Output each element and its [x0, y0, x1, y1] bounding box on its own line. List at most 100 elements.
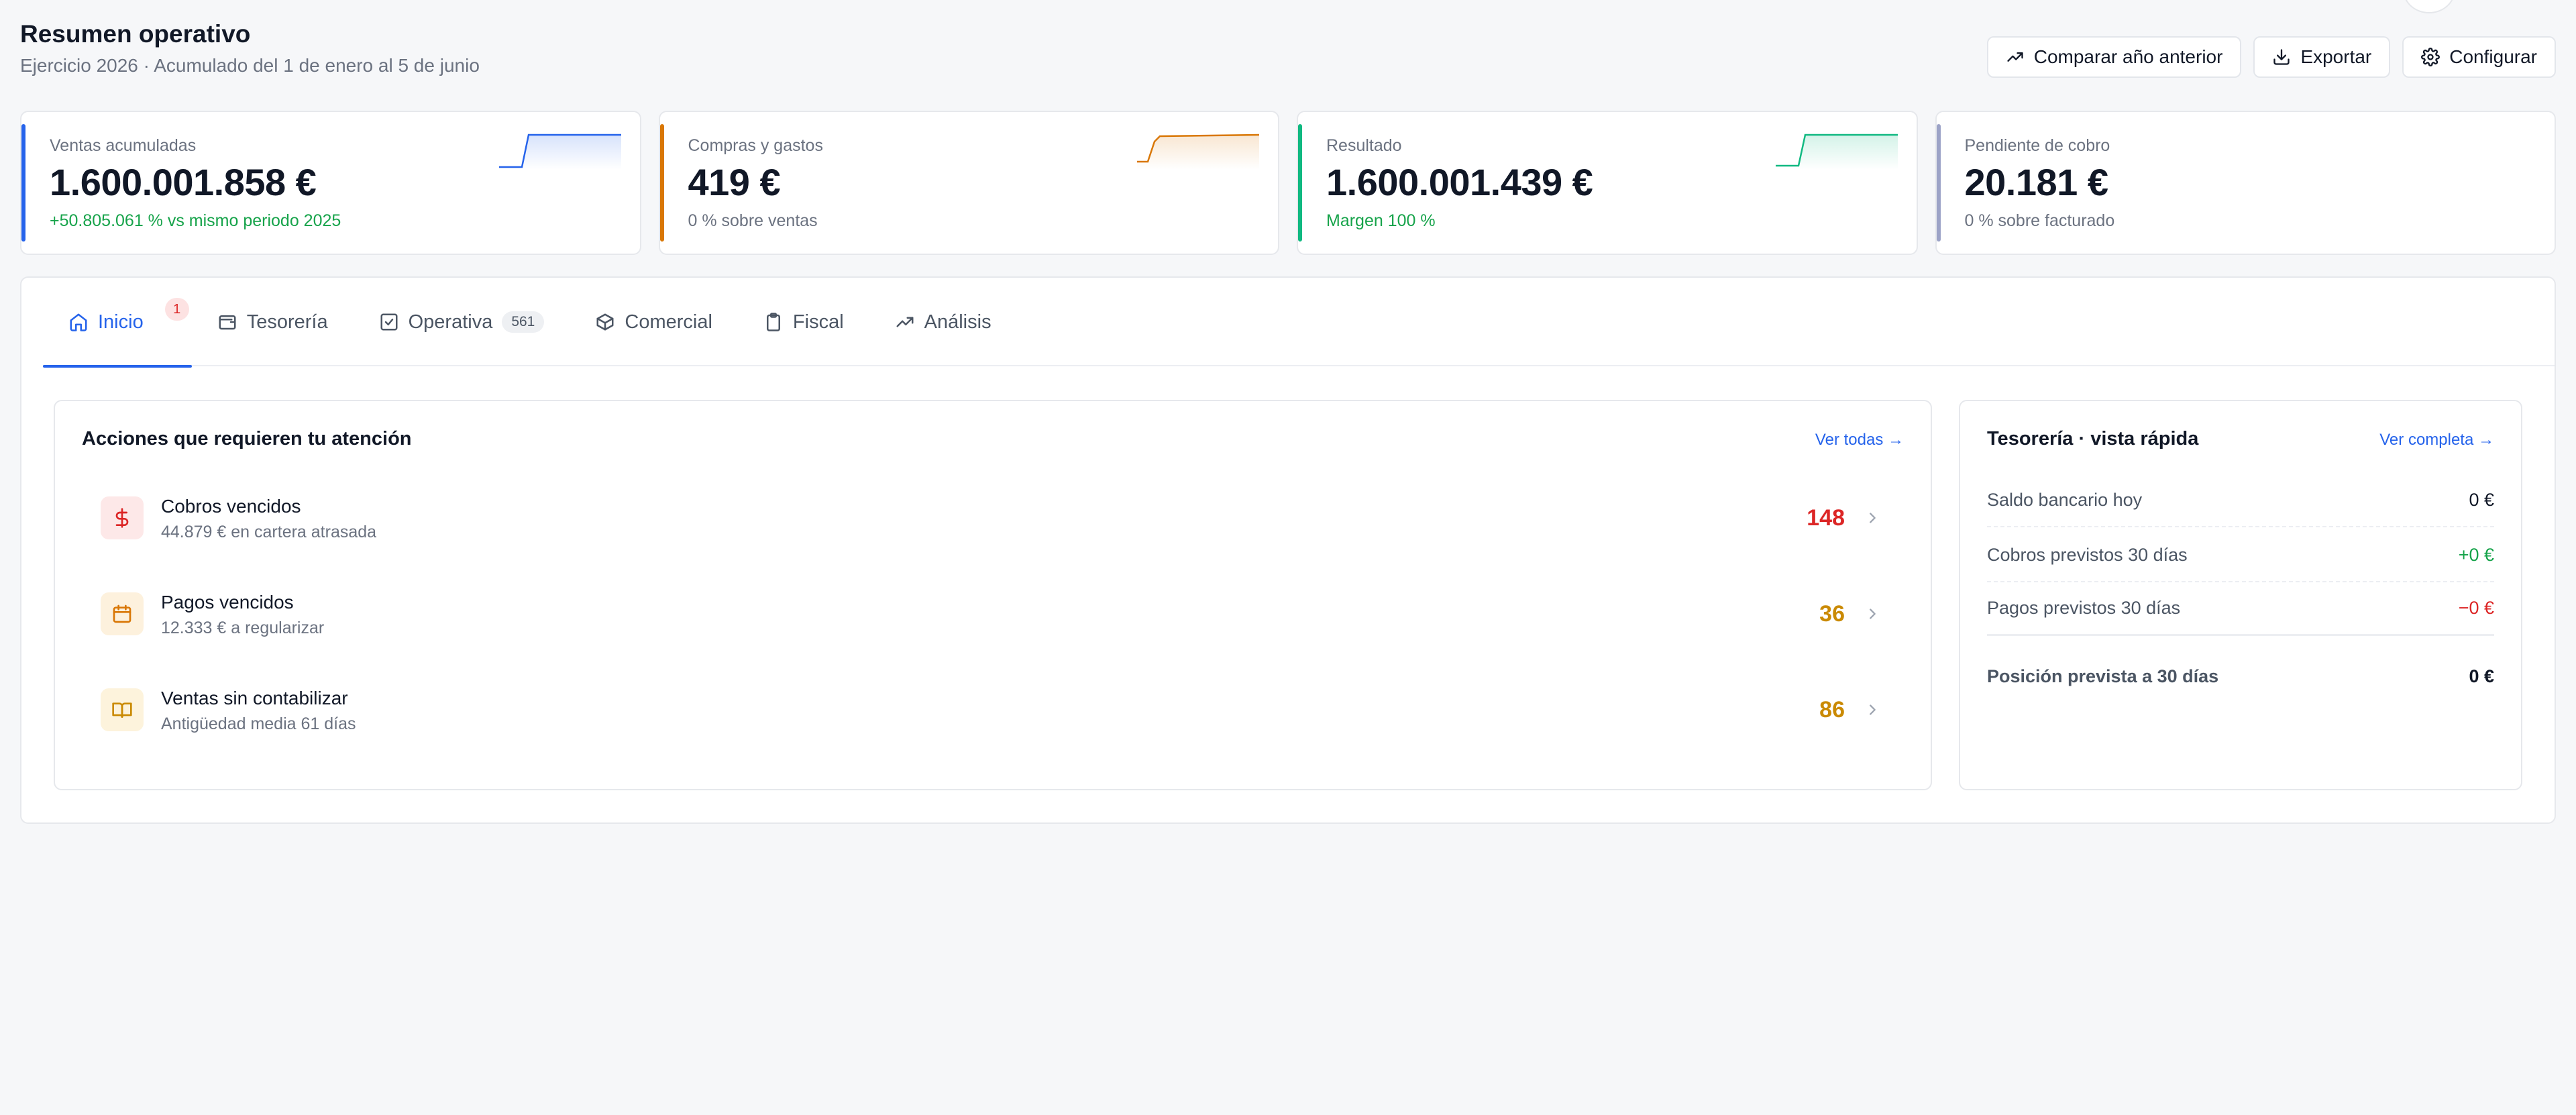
- kpi-value: 1.600.001.439 €: [1326, 161, 1593, 203]
- view-complete-link[interactable]: Ver completa →: [2379, 431, 2494, 449]
- treasury-row-label: Saldo bancario hoy: [1987, 489, 2143, 510]
- action-description: 44.879 € en cartera atrasada: [161, 522, 377, 541]
- treasury-total-row: Posición prevista a 30 días 0 €: [1987, 649, 2494, 703]
- action-title: Pagos vencidos: [161, 591, 294, 613]
- chevron-right-icon: [1870, 513, 1876, 523]
- tab-label: Comercial: [625, 311, 712, 333]
- download-icon: [2273, 49, 2290, 65]
- kpi-label: Pendiente de cobro: [1964, 136, 2110, 155]
- compare-previous-year-button[interactable]: Comparar año anterior: [1986, 36, 2242, 78]
- action-item-overdue-payments[interactable]: Pagos vencidos 12.333 € a regularizar 36: [82, 574, 1893, 654]
- wallet-icon: [219, 315, 236, 330]
- package-icon: [596, 313, 614, 331]
- treasury-total-label: Posición prevista a 30 días: [1987, 666, 2219, 686]
- action-text: Ventas sin contabilizar Antigüedad media…: [161, 686, 356, 734]
- tab-fiscal[interactable]: Fiscal: [738, 278, 869, 366]
- export-button-label: Exportar: [2300, 46, 2372, 67]
- action-icon-wrap: [101, 688, 144, 731]
- kpi-label: Compras y gastos: [688, 136, 823, 155]
- trending-up-icon: [896, 317, 914, 327]
- treasury-row-value: +0 €: [2458, 544, 2494, 565]
- action-count: 148: [1807, 505, 1845, 531]
- sparkline: [1137, 134, 1259, 170]
- action-item-unposted-sales[interactable]: Ventas sin contabilizar Antigüedad media…: [82, 670, 1893, 750]
- treasury-row: Pagos previstos 30 días −0 €: [1987, 582, 2494, 636]
- floating-avatar[interactable]: [2403, 0, 2455, 13]
- page-subtitle: Ejercicio 2026 · Acumulado del 1 de ener…: [20, 55, 480, 76]
- kpi-note: 0 % sobre ventas: [688, 211, 818, 230]
- action-title: Ventas sin contabilizar: [161, 687, 348, 708]
- kpi-accent-bar: [659, 124, 664, 242]
- tab-badge: 1: [164, 298, 189, 321]
- tab-label: Fiscal: [792, 311, 844, 333]
- calendar-icon: [113, 604, 131, 623]
- kpi-value: 1.600.001.858 €: [50, 161, 317, 203]
- treasury-row: Cobros previstos 30 días +0 €: [1987, 529, 2494, 582]
- configure-button-label: Configurar: [2449, 46, 2537, 67]
- view-all-link[interactable]: Ver todas →: [1815, 431, 1904, 449]
- kpi-accent-bar: [1298, 124, 1302, 242]
- book-icon: [112, 702, 132, 718]
- checkbox-icon: [380, 313, 398, 331]
- treasury-row-value: 0 €: [2469, 489, 2494, 510]
- page-header: Resumen operativo Ejercicio 2026 · Acumu…: [20, 19, 480, 78]
- kpi-note: 0 % sobre facturado: [1964, 211, 2115, 230]
- kpi-value: 20.181 €: [1964, 161, 2108, 203]
- treasury-quick-view-card: Tesorería · vista rápida Ver completa → …: [1959, 400, 2522, 790]
- clipboard-icon: [766, 313, 780, 331]
- action-count: 86: [1819, 696, 1845, 723]
- action-text: Cobros vencidos 44.879 € en cartera atra…: [161, 494, 376, 542]
- kpi-note: +50.805.061 % vs mismo periodo 2025: [50, 211, 341, 230]
- home-icon: [70, 313, 87, 331]
- kpi-accent-bar: [1936, 124, 1941, 242]
- action-icon-wrap: [101, 496, 144, 539]
- action-description: Antigüedad media 61 días: [161, 714, 356, 733]
- action-title: Cobros vencidos: [161, 495, 301, 517]
- gear-icon: [2421, 48, 2440, 66]
- chevron-right-icon: [1870, 704, 1876, 715]
- tab-label: Inicio: [98, 311, 144, 333]
- page-title: Resumen operativo: [20, 20, 251, 48]
- action-item-overdue-collections[interactable]: Cobros vencidos 44.879 € en cartera atra…: [82, 478, 1893, 558]
- action-icon-wrap: [101, 592, 144, 635]
- action-text: Pagos vencidos 12.333 € a regularizar: [161, 590, 324, 638]
- top-actions: Comparar año anterior Exportar Configura…: [1986, 36, 2556, 78]
- treasury-row-value: −0 €: [2458, 598, 2494, 618]
- card-title: Tesorería · vista rápida: [1987, 428, 2199, 449]
- kpi-label: Resultado: [1326, 136, 1402, 155]
- kpi-card-pending[interactable]: Pendiente de cobro 20.181 € 0 % sobre fa…: [1935, 111, 2556, 255]
- configure-button[interactable]: Configurar: [2402, 36, 2556, 78]
- compare-button-label: Comparar año anterior: [2033, 46, 2223, 67]
- tab-bar: Inicio 1 Tesorería Operativa 561 Comerci…: [43, 278, 2555, 368]
- tab-label: Análisis: [924, 311, 991, 333]
- kpi-card-result[interactable]: Resultado 1.600.001.439 € Margen 100 %: [1297, 111, 1918, 255]
- tab-label: Tesorería: [246, 311, 328, 333]
- kpi-value: 419 €: [688, 161, 781, 203]
- tab-comercial[interactable]: Comercial: [570, 278, 738, 366]
- chevron-right-icon: [1870, 608, 1876, 619]
- dollar-icon: [115, 508, 129, 528]
- tab-analisis[interactable]: Análisis: [869, 278, 1017, 366]
- sparkline: [498, 134, 621, 170]
- tab-tesoreria[interactable]: Tesorería: [192, 278, 354, 366]
- attention-actions-card: Acciones que requieren tu atención Ver t…: [54, 400, 1932, 790]
- kpi-card-purchases[interactable]: Compras y gastos 419 € 0 % sobre ventas: [658, 111, 1279, 255]
- treasury-row-label: Pagos previstos 30 días: [1987, 598, 2181, 618]
- action-count: 36: [1819, 600, 1845, 627]
- kpi-accent-bar: [21, 124, 25, 242]
- kpi-card-sales[interactable]: Ventas acumuladas 1.600.001.858 € +50.80…: [20, 111, 641, 255]
- card-title: Acciones que requieren tu atención: [82, 428, 412, 449]
- treasury-total-value: 0 €: [2469, 666, 2494, 686]
- export-button[interactable]: Exportar: [2253, 36, 2391, 78]
- kpi-note: Margen 100 %: [1326, 211, 1436, 230]
- trending-up-icon: [2007, 52, 2023, 62]
- tab-inicio[interactable]: Inicio 1: [43, 278, 192, 368]
- kpi-cards: Ventas acumuladas 1.600.001.858 € +50.80…: [20, 111, 2556, 255]
- kpi-label: Ventas acumuladas: [50, 136, 197, 155]
- tab-badge: 561: [502, 311, 545, 333]
- treasury-row: Saldo bancario hoy 0 €: [1987, 474, 2494, 527]
- tab-operativa[interactable]: Operativa 561: [354, 278, 570, 366]
- treasury-row-label: Cobros previstos 30 días: [1987, 544, 2188, 565]
- tab-label: Operativa: [408, 311, 493, 333]
- sparkline: [1775, 134, 1898, 170]
